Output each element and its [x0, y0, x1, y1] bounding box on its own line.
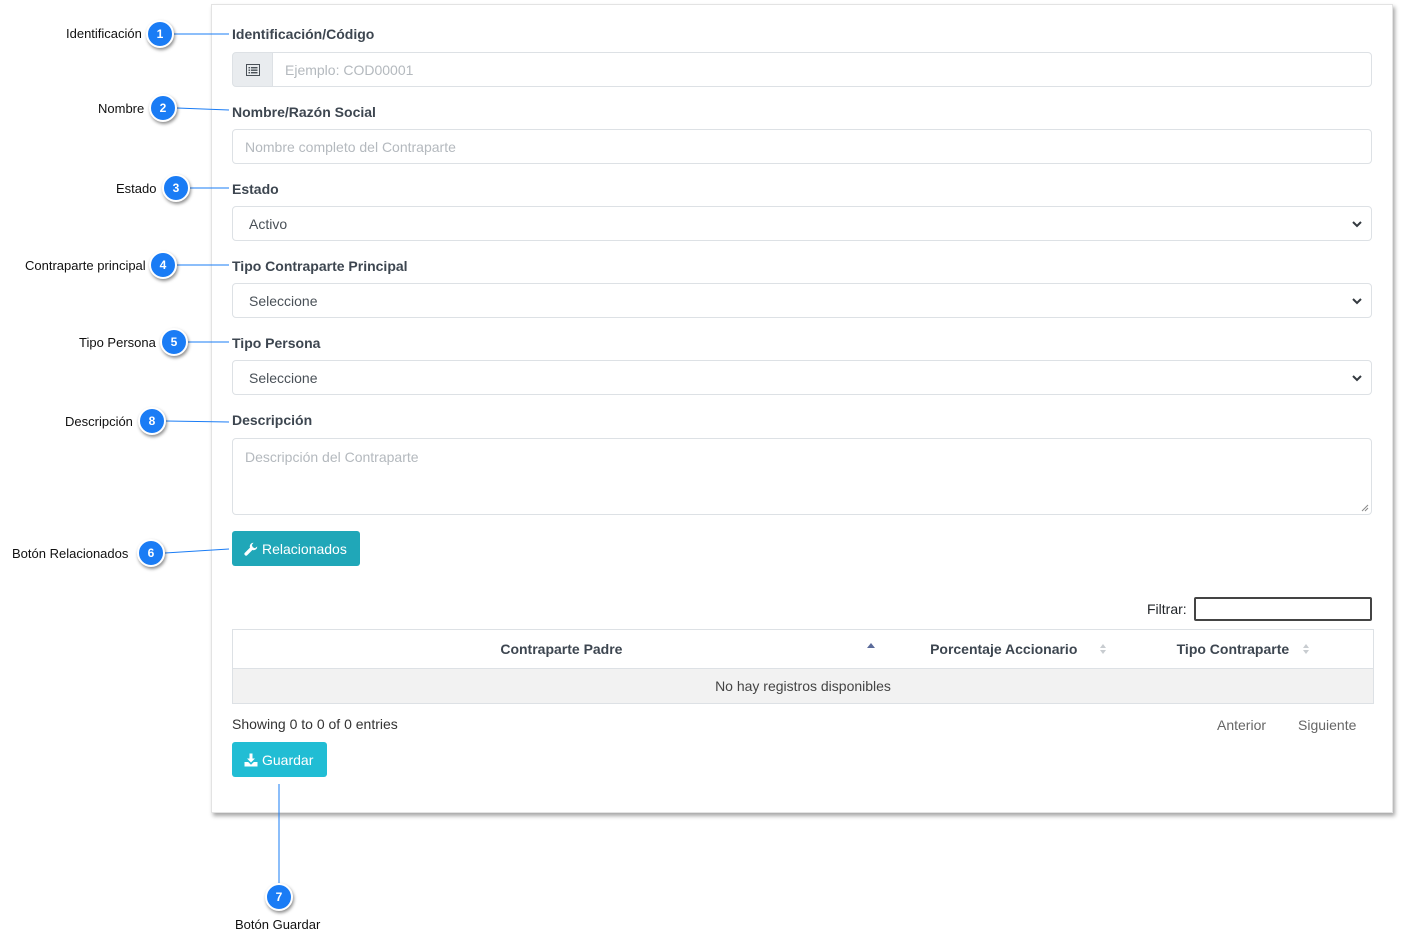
callout-label-tipo-persona: Tipo Persona [79, 335, 156, 350]
callout-label-estado: Estado [116, 181, 157, 196]
callout-lines [164, 33, 280, 884]
callout-badge-7: 7 [265, 883, 293, 911]
callout-label-boton-guardar: Botón Guardar [235, 917, 321, 932]
callout-badge-3: 3 [162, 174, 190, 202]
callout-label-contraparte-principal: Contraparte principal [25, 258, 146, 273]
callout-badge-5: 5 [160, 328, 188, 356]
callout-badge-4: 4 [149, 251, 177, 279]
callout-label-identificacion: Identificación [66, 26, 142, 41]
callout-label-boton-relacionados: Botón Relacionados [12, 546, 129, 561]
callout-badge-6: 6 [137, 539, 165, 567]
callout-line [176, 107, 230, 111]
callout-label-descripcion: Descripción [65, 414, 133, 429]
callout-badge-1: 1 [146, 20, 174, 48]
callout-line [165, 420, 230, 423]
callout-badge-8: 8 [138, 407, 166, 435]
callout-label-nombre: Nombre [98, 101, 145, 116]
callout-badge-2: 2 [149, 94, 177, 122]
callout-line [164, 548, 230, 554]
